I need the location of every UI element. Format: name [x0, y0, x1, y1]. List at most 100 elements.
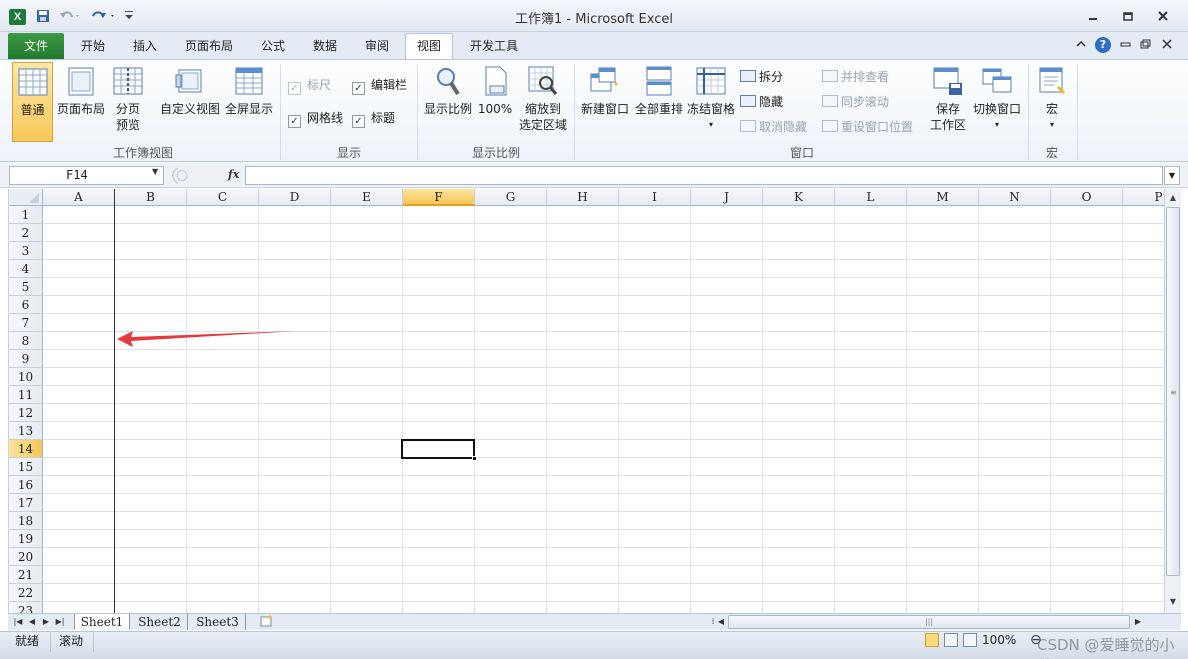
horizontal-scroll-thumb[interactable]: |||	[728, 615, 1130, 629]
name-box-dropdown-icon[interactable]: ▼	[152, 167, 158, 176]
row-header-2[interactable]: 2	[9, 224, 43, 242]
close-icon[interactable]	[1152, 10, 1174, 26]
row-header-21[interactable]: 21	[9, 566, 43, 584]
tab-formulas[interactable]: 公式	[250, 36, 296, 59]
row-header-13[interactable]: 13	[9, 422, 43, 440]
column-header-h[interactable]: H	[547, 189, 619, 206]
row-header-14[interactable]: 14	[9, 440, 43, 458]
row-header-16[interactable]: 16	[9, 476, 43, 494]
split-button[interactable]: 拆分	[740, 68, 783, 86]
row-header-4[interactable]: 4	[9, 260, 43, 278]
vertical-scroll-thumb[interactable]: ≡	[1166, 207, 1180, 576]
custom-views-button[interactable]: 自定义视图	[158, 62, 222, 142]
vertical-scrollbar[interactable]: ▲ ≡ ▼	[1164, 189, 1181, 613]
prev-sheet-icon[interactable]: ◀	[25, 615, 39, 629]
row-header-1[interactable]: 1	[9, 206, 43, 224]
select-all-button[interactable]	[9, 189, 43, 206]
page-layout-status-icon[interactable]	[944, 633, 958, 647]
ruler-checkbox[interactable]: ✓ 标尺	[288, 77, 331, 95]
minimize-icon[interactable]	[1082, 10, 1104, 26]
restore-icon[interactable]	[1117, 10, 1139, 26]
next-sheet-icon[interactable]: ▶	[39, 615, 53, 629]
arrange-all-button[interactable]: 全部重排	[633, 62, 685, 142]
row-header-3[interactable]: 3	[9, 242, 43, 260]
row-header-5[interactable]: 5	[9, 278, 43, 296]
column-header-i[interactable]: I	[619, 189, 691, 206]
workbook-restore-icon[interactable]	[1140, 38, 1152, 54]
column-header-l[interactable]: L	[835, 189, 907, 206]
scroll-down-icon[interactable]: ▼	[1165, 594, 1181, 610]
zoom-to-selection-button[interactable]: 缩放到 选定区域	[516, 62, 570, 142]
row-header-15[interactable]: 15	[9, 458, 43, 476]
row-header-6[interactable]: 6	[9, 296, 43, 314]
sheet-tab-sheet3[interactable]: Sheet3	[190, 614, 246, 630]
tab-insert[interactable]: 插入	[122, 36, 168, 59]
column-header-a[interactable]: A	[43, 189, 115, 206]
last-sheet-icon[interactable]: ▶|	[53, 615, 67, 629]
worksheet-grid[interactable]: ABCDEFGHIJKLMNOP 1 2 3 4 5 6 7 8 9 10 11 12 13 14 15 16…	[8, 189, 1164, 613]
tab-page-layout[interactable]: 页面布局	[174, 36, 244, 59]
help-icon[interactable]: ?	[1095, 37, 1111, 53]
row-header-12[interactable]: 12	[9, 404, 43, 422]
formula-bar-checkbox[interactable]: ✓ 编辑栏	[352, 77, 407, 95]
row-header-10[interactable]: 10	[9, 368, 43, 386]
macros-button[interactable]: 宏 ▾	[1034, 62, 1070, 142]
headings-checkbox[interactable]: ✓ 标题	[352, 110, 395, 128]
full-screen-button[interactable]: 全屏显示	[223, 62, 275, 142]
first-sheet-icon[interactable]: |◀	[11, 615, 25, 629]
zoom-level[interactable]: 100%	[982, 633, 1016, 647]
normal-view-button[interactable]: 普通	[12, 62, 53, 142]
insert-sheet-icon[interactable]	[252, 614, 282, 630]
row-header-19[interactable]: 19	[9, 530, 43, 548]
collapse-ribbon-icon[interactable]	[1076, 38, 1086, 54]
column-header-c[interactable]: C	[187, 189, 259, 206]
unhide-button[interactable]: 取消隐藏	[740, 118, 807, 136]
column-header-o[interactable]: O	[1051, 189, 1123, 206]
normal-view-status-icon[interactable]	[925, 633, 939, 647]
row-header-7[interactable]: 7	[9, 314, 43, 332]
row-header-22[interactable]: 22	[9, 584, 43, 602]
row-header-18[interactable]: 18	[9, 512, 43, 530]
horizontal-scrollbar[interactable]: ⁞ ◀ ||| ▶	[706, 615, 1169, 630]
name-box[interactable]: F14	[9, 166, 164, 185]
zoom-button[interactable]: 显示比例	[422, 62, 474, 142]
freeze-panes-button[interactable]: 冻结窗格 ▾	[686, 62, 736, 142]
sync-scroll-button[interactable]: 同步滚动	[822, 93, 889, 111]
expand-formula-bar-icon[interactable]: ▼	[1164, 166, 1180, 185]
column-header-k[interactable]: K	[763, 189, 835, 206]
column-header-j[interactable]: J	[691, 189, 763, 206]
column-header-f[interactable]: F	[403, 189, 475, 206]
view-side-by-side-button[interactable]: 并排查看	[822, 68, 889, 86]
insert-function-icon[interactable]: fx	[228, 168, 239, 181]
tab-home[interactable]: 开始	[70, 36, 116, 59]
scroll-right-icon[interactable]: ▶	[1131, 615, 1145, 629]
tab-review[interactable]: 审阅	[354, 36, 400, 59]
column-header-e[interactable]: E	[331, 189, 403, 206]
row-header-11[interactable]: 11	[9, 386, 43, 404]
row-header-20[interactable]: 20	[9, 548, 43, 566]
column-header-n[interactable]: N	[979, 189, 1051, 206]
active-cell-f14[interactable]	[401, 439, 475, 459]
gridlines-checkbox[interactable]: ✓ 网格线	[288, 110, 343, 128]
reset-window-position-button[interactable]: 重设窗口位置	[822, 118, 913, 136]
tab-data[interactable]: 数据	[302, 36, 348, 59]
page-break-preview-button[interactable]: 分页 预览	[108, 62, 148, 142]
row-header-17[interactable]: 17	[9, 494, 43, 512]
workbook-close-icon[interactable]	[1162, 38, 1172, 54]
scroll-left-icon[interactable]: ◀	[714, 615, 728, 629]
tab-developer[interactable]: 开发工具	[460, 36, 528, 59]
sheet-tab-sheet1[interactable]: Sheet1	[74, 614, 130, 630]
formula-input[interactable]	[245, 166, 1163, 185]
fill-handle[interactable]	[472, 456, 477, 461]
new-window-button[interactable]: 新建窗口	[579, 62, 631, 142]
row-header-8[interactable]: 8	[9, 332, 43, 350]
sheet-tab-sheet2[interactable]: Sheet2	[132, 614, 188, 630]
hide-button[interactable]: 隐藏	[740, 93, 783, 111]
page-break-status-icon[interactable]	[963, 633, 977, 647]
zoom-100-button[interactable]: 100%	[476, 62, 514, 142]
switch-windows-button[interactable]: 切换窗口 ▾	[971, 62, 1023, 142]
scroll-up-icon[interactable]: ▲	[1165, 190, 1181, 206]
workbook-minimize-icon[interactable]	[1120, 38, 1132, 54]
column-header-d[interactable]: D	[259, 189, 331, 206]
tab-file[interactable]: 文件	[8, 33, 64, 59]
